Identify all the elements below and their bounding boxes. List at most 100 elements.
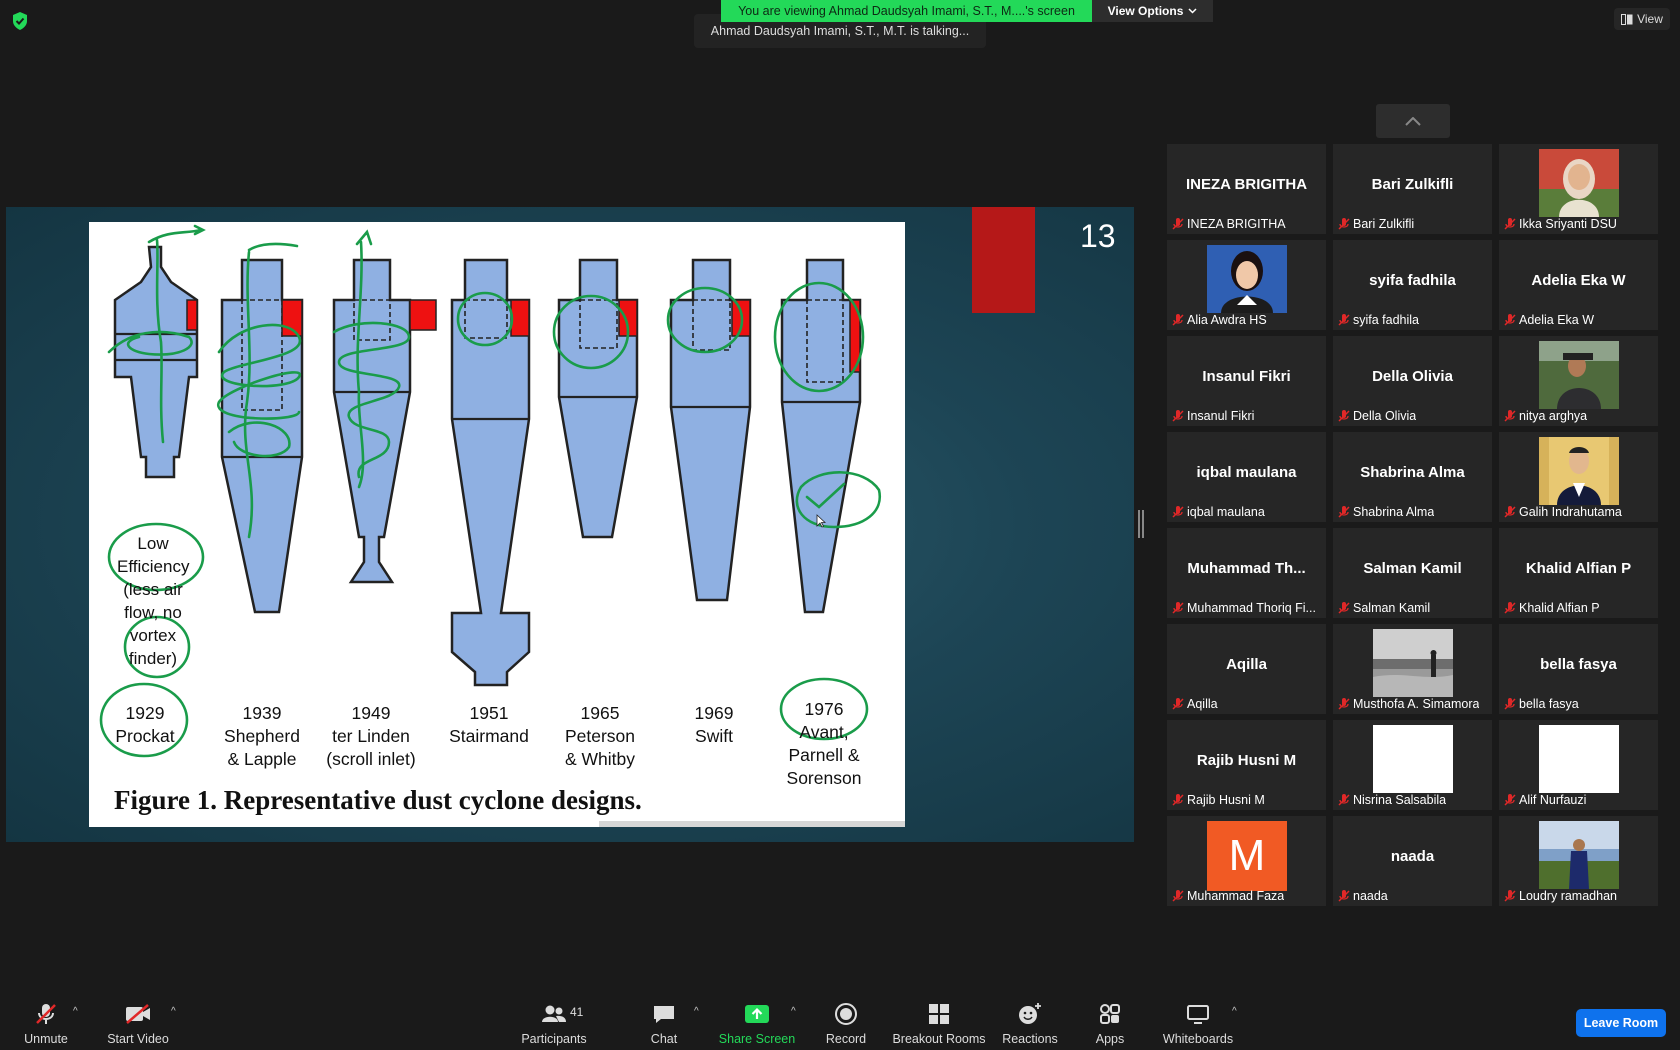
low-efficiency-note: Low Efficiency (less air flow, no vortex…: [117, 534, 190, 668]
participant-name-label: Khalid Alfian P: [1504, 599, 1600, 617]
muted-mic-icon: [1504, 506, 1516, 518]
participant-display-name: INEZA BRIGITHA: [1185, 176, 1308, 193]
gallery-scroll-up-button[interactable]: [1376, 104, 1450, 138]
participant-tile[interactable]: Alia Awdra HS: [1167, 240, 1326, 330]
viewing-screen-banner: You are viewing Ahmad Daudsyah Imami, S.…: [721, 0, 1092, 22]
participant-tile[interactable]: Adelia Eka W Adelia Eka W: [1499, 240, 1658, 330]
participant-display-name: Adelia Eka W: [1531, 272, 1626, 289]
participant-name: Musthofa A. Simamora: [1353, 697, 1480, 711]
participant-tile[interactable]: Ikka Sriyanti DSU: [1499, 144, 1658, 234]
participant-name-label: Loudry ramadhan: [1504, 887, 1617, 905]
participant-name: INEZA BRIGITHA: [1187, 217, 1286, 231]
apps-icon: [1100, 1004, 1120, 1024]
participant-name: Alia Awdra HS: [1187, 313, 1267, 327]
participant-name-label: Insanul Fikri: [1172, 407, 1254, 425]
participant-tile[interactable]: Galih Indrahutama: [1499, 432, 1658, 522]
breakout-rooms-button[interactable]: Breakout Rooms: [892, 994, 986, 1050]
start-video-button[interactable]: Start Video: [104, 994, 172, 1050]
design-label-1965: 1965 Peterson & Whitby: [564, 703, 636, 769]
video-options-caret-icon[interactable]: ^: [171, 1006, 181, 1017]
participant-name-label: Ikka Sriyanti DSU: [1504, 215, 1617, 233]
share-options-caret-icon[interactable]: ^: [791, 1006, 801, 1017]
unmute-button[interactable]: Unmute: [16, 994, 76, 1050]
view-options-button[interactable]: View Options: [1092, 0, 1213, 22]
whiteboard-options-caret-icon[interactable]: ^: [1232, 1006, 1242, 1017]
chat-button[interactable]: Chat: [640, 994, 688, 1050]
muted-mic-icon: [1338, 794, 1350, 806]
viewing-screen-text: You are viewing Ahmad Daudsyah Imami, S.…: [738, 4, 1075, 18]
design-label-1976: 1976 Avant, Parnell & Sorenson: [786, 699, 862, 788]
participant-tile[interactable]: Muhammad Th... Muhammad Thoriq Fi...: [1167, 528, 1326, 618]
participant-tile[interactable]: Shabrina Alma Shabrina Alma: [1333, 432, 1492, 522]
muted-mic-icon: [1172, 602, 1184, 614]
zoom-meeting-window: Ahmad Daudsyah Imami, S.T., M.T. is talk…: [0, 0, 1680, 1050]
muted-mic-icon: [1338, 410, 1350, 422]
participant-name-label: Della Olivia: [1338, 407, 1416, 425]
design-label-1949: 1949 ter Linden (scroll inlet): [326, 703, 416, 769]
reactions-label: Reactions: [1002, 1032, 1058, 1046]
participant-name-label: iqbal maulana: [1172, 503, 1265, 521]
audio-options-caret-icon[interactable]: ^: [73, 1006, 83, 1017]
leave-room-button[interactable]: Leave Room: [1576, 1009, 1666, 1037]
participant-tile[interactable]: Insanul Fikri Insanul Fikri: [1167, 336, 1326, 426]
participant-tile[interactable]: iqbal maulana iqbal maulana: [1167, 432, 1326, 522]
participant-name: Rajib Husni M: [1187, 793, 1265, 807]
muted-mic-icon: [1172, 698, 1184, 710]
microphone-muted-icon: [36, 1004, 56, 1024]
participant-name: Muhammad Thoriq Fi...: [1187, 601, 1316, 615]
participant-display-name: Insanul Fikri: [1202, 368, 1291, 385]
participant-avatar-initial: M: [1207, 821, 1287, 891]
panel-splitter[interactable]: [1138, 510, 1144, 538]
chat-options-caret-icon[interactable]: ^: [694, 1006, 704, 1017]
share-screen-label: Share Screen: [718, 1032, 796, 1046]
participant-name: Della Olivia: [1353, 409, 1417, 423]
participant-tile[interactable]: Salman Kamil Salman Kamil: [1333, 528, 1492, 618]
participant-video: [1207, 245, 1287, 313]
share-screen-button[interactable]: Share Screen: [718, 994, 796, 1050]
participant-tile[interactable]: Alif Nurfauzi: [1499, 720, 1658, 810]
participant-video: [1539, 725, 1619, 793]
muted-mic-icon: [1338, 698, 1350, 710]
participant-tile[interactable]: Rajib Husni M Rajib Husni M: [1167, 720, 1326, 810]
reactions-button[interactable]: Reactions: [1002, 994, 1058, 1050]
muted-mic-icon: [1504, 218, 1516, 230]
breakout-rooms-label: Breakout Rooms: [892, 1032, 986, 1046]
participant-tile[interactable]: Nisrina Salsabila: [1333, 720, 1492, 810]
design-label-1939: 1939 Shepherd & Lapple: [224, 703, 300, 769]
participant-tile[interactable]: syifa fadhila syifa fadhila: [1333, 240, 1492, 330]
participant-tile[interactable]: Musthofa A. Simamora: [1333, 624, 1492, 714]
whiteboards-button[interactable]: Whiteboards: [1160, 994, 1236, 1050]
shield-icon[interactable]: [12, 12, 28, 30]
design-label-1929: 1929 Prockat: [115, 703, 175, 746]
participant-name: Alif Nurfauzi: [1519, 793, 1587, 807]
participant-name-label: Muhammad Faza: [1172, 887, 1284, 905]
participant-tile[interactable]: Loudry ramadhan: [1499, 816, 1658, 906]
meeting-toolbar: Unmute Start Video Participants Chat Sha…: [0, 994, 1680, 1050]
chat-icon: [654, 1006, 674, 1023]
participant-tile[interactable]: M Muhammad Faza: [1167, 816, 1326, 906]
muted-mic-icon: [1504, 698, 1516, 710]
apps-button[interactable]: Apps: [1090, 994, 1130, 1050]
participant-tile[interactable]: Bari Zulkifli Bari Zulkifli: [1333, 144, 1492, 234]
participant-tile[interactable]: naada naada: [1333, 816, 1492, 906]
muted-mic-icon: [1172, 890, 1184, 902]
participant-tile[interactable]: bella fasya bella fasya: [1499, 624, 1658, 714]
muted-mic-icon: [1172, 218, 1184, 230]
participant-tile[interactable]: Aqilla Aqilla: [1167, 624, 1326, 714]
participant-tile[interactable]: Della Olivia Della Olivia: [1333, 336, 1492, 426]
participant-tile[interactable]: nitya arghya: [1499, 336, 1658, 426]
participant-name-label: Nisrina Salsabila: [1338, 791, 1446, 809]
record-button[interactable]: Record: [822, 994, 870, 1050]
participants-button[interactable]: Participants: [520, 994, 588, 1050]
muted-mic-icon: [1338, 602, 1350, 614]
participant-display-name: Della Olivia: [1372, 368, 1453, 385]
design-label-1969: 1969 Swift: [694, 703, 734, 746]
figure-scrollbar[interactable]: [599, 821, 905, 827]
participant-name-label: naada: [1338, 887, 1388, 905]
camera-off-icon: [126, 1004, 150, 1024]
view-layout-button[interactable]: View: [1614, 8, 1670, 30]
participant-name: syifa fadhila: [1353, 313, 1420, 327]
participant-tile[interactable]: INEZA BRIGITHA INEZA BRIGITHA: [1167, 144, 1326, 234]
participant-tile[interactable]: Khalid Alfian P Khalid Alfian P: [1499, 528, 1658, 618]
muted-mic-icon: [1504, 890, 1516, 902]
